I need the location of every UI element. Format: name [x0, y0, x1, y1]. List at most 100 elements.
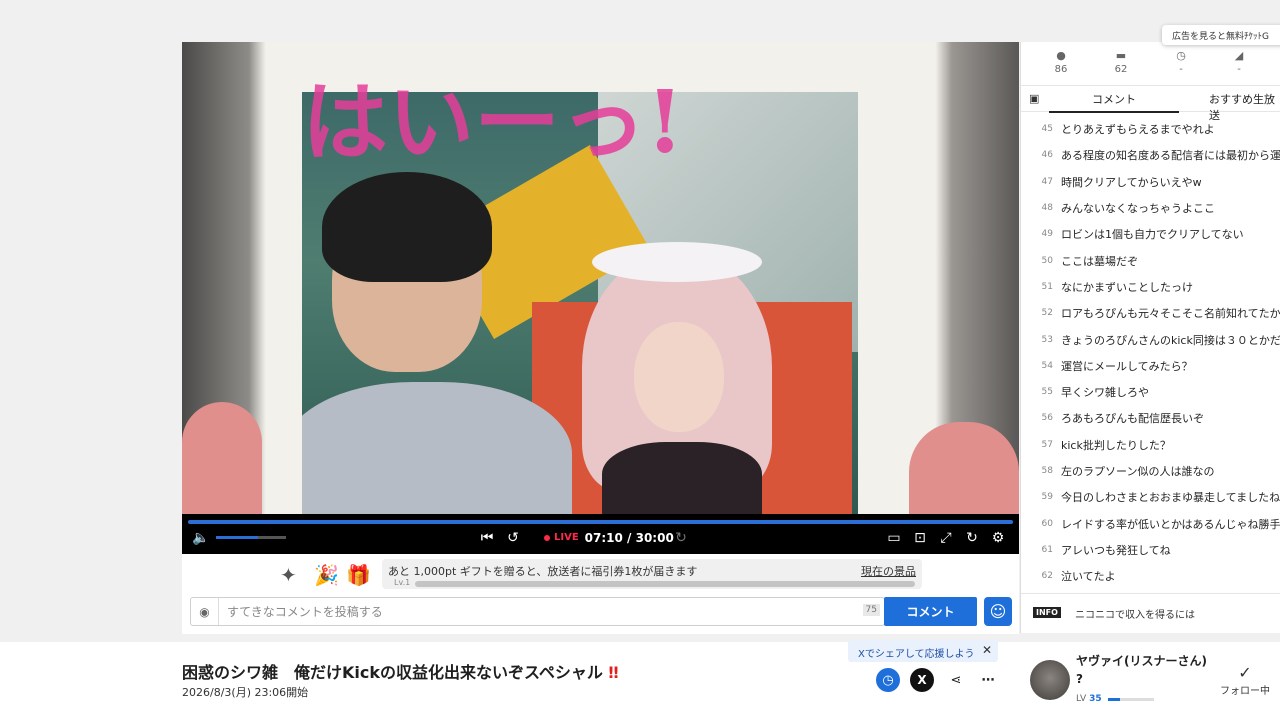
emoji-icon[interactable]: ☺ — [984, 597, 1012, 626]
comment-row[interactable]: 50 ここは墓場だぞ — [1021, 247, 1280, 273]
page: はいーっ! 🔈 ⏮ ↺ LIVE 07:10 / 30:00 ↻ ▭ ⊡ ⤢ ↻… — [0, 0, 1280, 720]
ink-writing: はいーっ! — [302, 72, 684, 173]
settings-gear-icon[interactable]: ⚙ — [989, 530, 1007, 546]
comment-row[interactable]: 47 時間クリアしてからいえやw — [1021, 169, 1280, 195]
comment-row[interactable]: 59 今日のしわさまとおおまゆ暴走してましたね — [1021, 484, 1280, 510]
comment-row[interactable]: 51 なにかまずいことしたっけ — [1021, 274, 1280, 300]
comment-row[interactable]: 46 ある程度の知名度ある配信者には最初から運営が — [1021, 142, 1280, 168]
person-left — [302, 162, 572, 514]
video-player[interactable]: はいーっ! — [182, 42, 1019, 514]
comment-row[interactable]: 54 運営にメールしてみたら？ — [1021, 353, 1280, 379]
comment-text: レイドする率が低いとかはあるんじゃね勝手に落 — [1061, 517, 1280, 531]
comment-submit-button[interactable]: コメント — [884, 597, 977, 626]
comment-number: 58 — [1041, 466, 1053, 476]
comment-row[interactable]: 61 アレいつも発狂してね — [1021, 537, 1280, 563]
check-icon: ✓ — [1238, 663, 1252, 682]
fullscreen-icon[interactable]: ⤢ — [937, 530, 955, 546]
comment-number: 49 — [1041, 229, 1053, 240]
comment-text: 早くシワ雑しろや — [1061, 386, 1149, 400]
comment-row[interactable]: 60 レイドする率が低いとかはあるんじゃね勝手に落 — [1021, 510, 1280, 536]
comment-row[interactable]: 56 ろあもろぴんも配信歴長いぞ — [1021, 405, 1280, 431]
more-icon[interactable]: ⋯ — [976, 668, 1000, 692]
volume-icon[interactable]: 🔈 — [192, 530, 210, 546]
follow-button[interactable]: ✓ フォロー中 — [1216, 663, 1274, 698]
megaphone-icon: ◢ — [1234, 49, 1244, 62]
comment-list: 45 とりあえずもらえるまでやれよ 46 ある程度の知名度ある配信者には最初から運営が… — [1021, 116, 1280, 589]
comment-row[interactable]: 62 泣いてたよ — [1021, 563, 1280, 589]
program-title: 困惑のシワ雑 俺だけKickの収益化出来ないぞスペシャル ‼ — [182, 663, 619, 682]
comment-row[interactable]: 45 とりあえずもらえるまでやれよ — [1021, 116, 1280, 142]
timeshift-clock-icon[interactable]: ◷ — [876, 668, 900, 692]
gift-icon[interactable]: 🎁 — [346, 563, 371, 587]
side-panel: ● 86 ▬ 62 ◷ - ◢ - ▣ コメント おすすめ生放送 45 とりあえずもらえる… — [1020, 42, 1280, 633]
exclamation-icon: ‼ — [608, 663, 619, 682]
gift-message: あと 1,000pt ギフトを贈ると、放送者に福引券1枚が届きます — [388, 565, 698, 578]
comment-number: 52 — [1041, 308, 1053, 319]
comment-number: 54 — [1041, 360, 1053, 371]
comment-input[interactable] — [227, 602, 827, 622]
gift-progress-bar — [415, 581, 915, 587]
forward-10-icon[interactable]: ↻ — [672, 530, 690, 546]
comment-number: 60 — [1041, 518, 1053, 529]
comment-text: ロアもろぴんも元々そこそこ名前知れてたからお — [1061, 307, 1280, 321]
comment-row[interactable]: 57 kick批判したりした？ — [1021, 432, 1280, 458]
comment-row[interactable]: 55 早くシワ雑しろや — [1021, 379, 1280, 405]
reload-icon[interactable]: ↻ — [963, 530, 981, 546]
back-10-icon[interactable]: ↺ — [504, 530, 522, 546]
panel-menu-icon[interactable]: ▣ — [1029, 92, 1039, 105]
comment-text: kick批判したりした？ — [1061, 438, 1171, 452]
comment-text: ロビンは1個も自力でクリアしてない — [1061, 228, 1244, 242]
broadcaster-name[interactable]: ヤヴァイ(リスナーさん) ? — [1076, 652, 1212, 688]
info-bar[interactable]: INFO ニコニコで収入を得るには — [1021, 593, 1280, 633]
share-icon[interactable]: ⋖ — [944, 668, 968, 692]
comment-number: 50 — [1041, 255, 1053, 266]
stats-bar: ● 86 ▬ 62 ◷ - ◢ - — [1021, 42, 1280, 86]
info-badge: INFO — [1033, 607, 1061, 618]
comment-row[interactable]: 53 きょうのろぴんさんのkick同接は３０とかだった — [1021, 326, 1280, 352]
close-icon[interactable]: ✕ — [982, 643, 992, 657]
comment-text: 泣いてたよ — [1061, 570, 1116, 584]
comment-text: なにかまずいことしたっけ — [1061, 280, 1193, 294]
comment-text: とりあえずもらえるまでやれよ — [1061, 123, 1215, 137]
volume-slider[interactable] — [216, 536, 286, 539]
comment-number: 61 — [1041, 544, 1053, 555]
x-share-icon[interactable]: X — [910, 668, 934, 692]
comment-number: 53 — [1041, 334, 1053, 345]
live-dot-icon — [544, 535, 550, 541]
comment-command-icon[interactable]: ◉ — [191, 598, 219, 625]
current-prize-link[interactable]: 現在の景品 — [861, 563, 916, 579]
program-info: 困惑のシワ雑 俺だけKickの収益化出来ないぞスペシャル ‼ 2026/8/3(… — [0, 640, 1280, 720]
live-indicator[interactable]: LIVE 07:10 / 30:00 — [544, 530, 674, 546]
comment-text: ここは墓場だぞ — [1061, 254, 1138, 268]
cracker-icon[interactable]: 🎉 — [314, 563, 339, 587]
comment-text: ろあもろぴんも配信歴長いぞ — [1061, 412, 1204, 426]
tab-comments[interactable]: コメント — [1049, 91, 1179, 113]
gift-bar: ✦ 🎉 🎁 あと 1,000pt ギフトを贈ると、放送者に福引券1枚が届きます … — [182, 554, 1019, 594]
comment-row[interactable]: 52 ロアもろぴんも元々そこそこ名前知れてたからお — [1021, 300, 1280, 326]
comment-row[interactable]: 58 左のラプソーン似の人は誰なの — [1021, 458, 1280, 484]
rewind-icon[interactable]: ⏮ — [478, 530, 496, 546]
comment-number: 57 — [1041, 439, 1053, 450]
comment-text: 運営にメールしてみたら？ — [1061, 359, 1193, 373]
info-text: ニコニコで収入を得るには — [1075, 610, 1195, 621]
comments-stat: ▬ 62 — [1101, 50, 1141, 76]
person-icon: ● — [1056, 49, 1066, 62]
comment-row[interactable]: 48 みんないなくなっちゃうよここ — [1021, 195, 1280, 221]
theater-mode-icon[interactable]: ⊡ — [911, 530, 929, 546]
comment-number: 47 — [1041, 176, 1053, 187]
comment-text: 左のラプソーン似の人は誰なの — [1061, 465, 1215, 478]
nicoad-icon[interactable]: ✦ — [280, 563, 297, 587]
comment-text: ある程度の知名度ある配信者には最初から運営が — [1061, 149, 1280, 163]
char-counter: 75 — [862, 604, 880, 616]
avatar[interactable] — [1030, 660, 1070, 700]
help-icon: ? — [1076, 672, 1083, 686]
seek-bar[interactable] — [188, 520, 1013, 524]
comment-text: きょうのろぴんさんのkick同接は３０とかだった — [1061, 333, 1280, 347]
viewers-stat: ● 86 — [1041, 49, 1081, 76]
comment-number: 46 — [1041, 150, 1053, 161]
panel-tabs: ▣ コメント おすすめ生放送 — [1021, 86, 1280, 122]
comment-row[interactable]: 49 ロビンは1個も自力でクリアしてない — [1021, 221, 1280, 247]
comment-text: みんないなくなっちゃうよここ — [1061, 202, 1215, 216]
comment-toggle-icon[interactable]: ▭ — [885, 530, 903, 546]
comment-number: 48 — [1041, 203, 1053, 214]
